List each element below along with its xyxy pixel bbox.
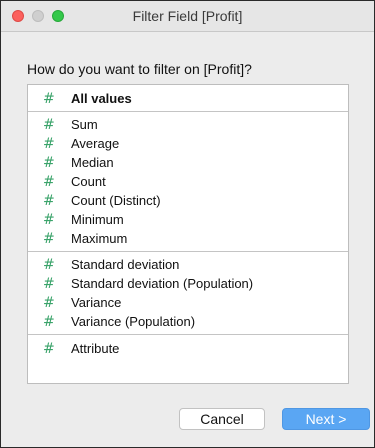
filter-question: How do you want to filter on [Profit]? (27, 61, 252, 77)
hash-icon: # (43, 192, 55, 209)
hash-icon: # (43, 135, 55, 152)
hash-icon: # (43, 313, 55, 330)
list-item-minimum[interactable]: # Minimum (28, 210, 348, 229)
list-item-variance-population[interactable]: # Variance (Population) (28, 312, 348, 331)
list-item-label: Variance (Population) (71, 314, 196, 329)
list-item-label: Variance (71, 295, 122, 310)
list-item-standard-deviation-population[interactable]: # Standard deviation (Population) (28, 274, 348, 293)
filter-field-dialog: Filter Field [Profit] How do you want to… (0, 0, 375, 448)
list-item-label: Count (Distinct) (71, 193, 161, 208)
list-group-aggregates: # Sum # Average # Median # Count # Count… (28, 112, 348, 252)
hash-icon: # (43, 294, 55, 311)
list-item-label: Attribute (71, 341, 120, 356)
hash-icon: # (43, 116, 55, 133)
list-item-all-values[interactable]: # All values (28, 89, 348, 108)
list-group-attribute: # Attribute (28, 335, 348, 361)
list-item-label: Maximum (71, 231, 128, 246)
next-button[interactable]: Next > (282, 408, 370, 430)
list-item-label: Average (71, 136, 120, 151)
list-item-average[interactable]: # Average (28, 134, 348, 153)
hash-icon: # (43, 230, 55, 247)
list-item-median[interactable]: # Median (28, 153, 348, 172)
list-item-label: Minimum (71, 212, 124, 227)
hash-icon: # (43, 154, 55, 171)
list-group-all: # All values (28, 85, 348, 112)
cancel-button[interactable]: Cancel (179, 408, 265, 430)
hash-icon: # (43, 90, 55, 107)
hash-icon: # (43, 275, 55, 292)
list-item-label: Standard deviation (Population) (71, 276, 254, 291)
hash-icon: # (43, 256, 55, 273)
window-title: Filter Field [Profit] (132, 8, 243, 24)
list-item-sum[interactable]: # Sum (28, 115, 348, 134)
list-item-label: Standard deviation (71, 257, 180, 272)
list-item-label: Count (71, 174, 106, 189)
list-item-label: Median (71, 155, 114, 170)
list-item-attribute[interactable]: # Attribute (28, 339, 348, 358)
list-item-label: Sum (71, 117, 98, 132)
list-item-variance[interactable]: # Variance (28, 293, 348, 312)
list-item-label: All values (71, 91, 132, 106)
list-item-maximum[interactable]: # Maximum (28, 229, 348, 248)
hash-icon: # (43, 340, 55, 357)
list-item-count-distinct[interactable]: # Count (Distinct) (28, 191, 348, 210)
list-item-count[interactable]: # Count (28, 172, 348, 191)
hash-icon: # (43, 211, 55, 228)
aggregation-list[interactable]: # All values # Sum # Average # Median # … (27, 84, 349, 384)
list-item-standard-deviation[interactable]: # Standard deviation (28, 255, 348, 274)
list-group-statistics: # Standard deviation # Standard deviatio… (28, 252, 348, 335)
hash-icon: # (43, 173, 55, 190)
title-bar[interactable]: Filter Field [Profit] (1, 1, 374, 32)
